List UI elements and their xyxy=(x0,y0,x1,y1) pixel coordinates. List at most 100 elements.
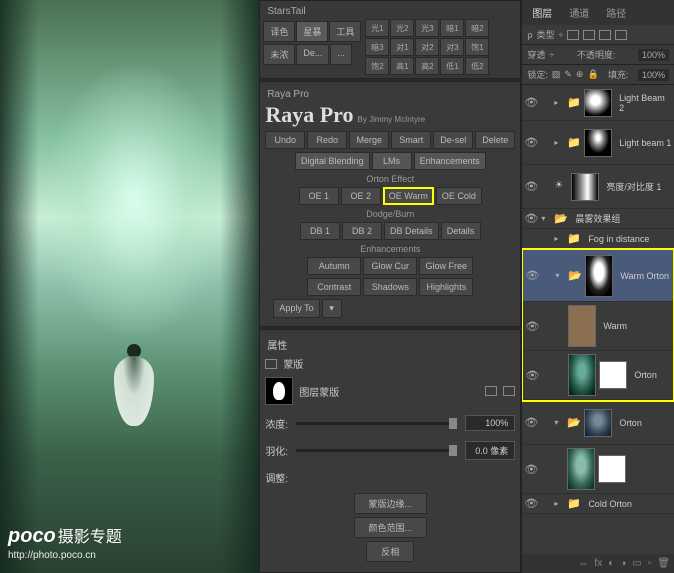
visibility-toggle[interactable]: 👁 xyxy=(524,136,538,149)
layer-row[interactable]: 👁 ▾📂 Orton xyxy=(522,401,674,445)
oe-warm-button[interactable]: OE Warm xyxy=(383,187,434,205)
filter-icon[interactable] xyxy=(583,30,595,40)
mask-mode-icon[interactable] xyxy=(265,359,277,369)
tab[interactable]: 星暴 xyxy=(296,21,328,42)
preset-button[interactable]: 光1 xyxy=(365,19,389,37)
link-icon[interactable]: ⇔ xyxy=(578,558,588,569)
contrast-button[interactable]: Contrast xyxy=(307,278,361,296)
apply-to-button[interactable]: Apply To xyxy=(273,299,319,318)
redo-button[interactable]: Redo xyxy=(307,131,347,149)
density-slider[interactable] xyxy=(296,422,457,425)
mask-icon[interactable]: ◐ xyxy=(608,558,614,569)
glow-free-button[interactable]: Glow Free xyxy=(419,257,473,275)
lock-icon[interactable]: ▨ xyxy=(552,69,561,80)
apply-target[interactable]: ▾ xyxy=(322,299,342,318)
preset-button[interactable]: 对3 xyxy=(440,38,464,56)
oe2-button[interactable]: OE 2 xyxy=(341,187,381,205)
preset-button[interactable]: 暗2 xyxy=(465,19,489,37)
merge-button[interactable]: Merge xyxy=(349,131,389,149)
preset-button[interactable]: 对2 xyxy=(415,38,439,56)
filter-icon[interactable] xyxy=(615,30,627,40)
visibility-toggle[interactable]: 👁 xyxy=(524,497,538,510)
preset-button[interactable]: 高2 xyxy=(415,57,439,75)
layer-row[interactable]: 👁 Orton xyxy=(523,351,673,400)
feather-value[interactable]: 0.0 像素 xyxy=(465,441,515,460)
lock-icon[interactable]: ⊕ xyxy=(576,69,584,80)
filter-icon[interactable] xyxy=(599,30,611,40)
filter-type[interactable]: 类型 xyxy=(536,28,554,41)
lock-icon[interactable]: ✎ xyxy=(564,69,572,80)
tab[interactable]: 未浓 xyxy=(263,44,295,65)
layer-row[interactable]: 👁 ▸📁 Light beam 1 xyxy=(522,121,674,165)
color-range-button[interactable]: 颜色范围... xyxy=(354,517,428,538)
visibility-toggle[interactable]: 👁 xyxy=(524,212,538,225)
layer-row[interactable]: 👁 Warm xyxy=(523,302,673,351)
preset-button[interactable]: 低1 xyxy=(440,57,464,75)
preset-button[interactable]: 光2 xyxy=(390,19,414,37)
invert-button[interactable]: 反相 xyxy=(366,541,414,562)
layer-row[interactable]: 👁 ▸📁 Light Beam 2 xyxy=(522,85,674,121)
adjustment-icon[interactable]: ◑ xyxy=(620,558,626,569)
new-layer-icon[interactable]: ▫ xyxy=(648,558,652,569)
preset-button[interactable]: 对1 xyxy=(390,38,414,56)
tab[interactable]: ... xyxy=(330,44,352,65)
tab-channels[interactable]: 通道 xyxy=(561,2,597,23)
mask-pixel-icon[interactable] xyxy=(485,386,497,396)
group-row[interactable]: 👁 ▸📁 Cold Orton xyxy=(522,494,674,514)
blend-mode[interactable]: 穿透 xyxy=(527,48,545,61)
mask-edge-button[interactable]: 蒙版边缘... xyxy=(354,493,428,514)
glow-cur-button[interactable]: Glow Cur xyxy=(363,257,417,275)
lock-icon[interactable]: 🔒 xyxy=(587,69,598,80)
feather-slider[interactable] xyxy=(296,449,457,452)
autumn-button[interactable]: Autumn xyxy=(307,257,361,275)
preset-button[interactable]: 暗1 xyxy=(440,19,464,37)
delete-button[interactable]: Delete xyxy=(475,131,515,149)
tab[interactable]: 工具 xyxy=(329,21,361,42)
opacity-value[interactable]: 100% xyxy=(638,49,669,61)
undo-button[interactable]: Undo xyxy=(265,131,305,149)
fx-icon[interactable]: fx xyxy=(594,558,602,569)
preset-button[interactable]: 饱1 xyxy=(465,38,489,56)
mask-thumbnail[interactable] xyxy=(265,377,293,405)
fill-value[interactable]: 100% xyxy=(638,69,669,81)
preset-button[interactable]: 低2 xyxy=(465,57,489,75)
visibility-toggle[interactable]: 👁 xyxy=(524,96,538,109)
mask-vector-icon[interactable] xyxy=(503,386,515,396)
tab-lms[interactable]: LMs xyxy=(372,152,412,170)
preset-button[interactable]: 光3 xyxy=(415,19,439,37)
layer-row[interactable]: 👁 ☀ 亮度/对比度 1 xyxy=(522,165,674,209)
desel-button[interactable]: De-sel xyxy=(433,131,473,149)
db-details-button[interactable]: DB Details xyxy=(384,222,439,240)
tab[interactable]: De... xyxy=(296,44,329,65)
highlights-button[interactable]: Highlights xyxy=(419,278,473,296)
preset-button[interactable]: 暗3 xyxy=(365,38,389,56)
tab-enhancements[interactable]: Enhancements xyxy=(414,152,486,170)
visibility-toggle[interactable]: 👁 xyxy=(524,180,538,193)
preset-button[interactable]: 高1 xyxy=(390,57,414,75)
group-row[interactable]: 👁 ▾📂 晨雾效果组 xyxy=(522,209,674,229)
layer-row[interactable]: 👁 ▾📂 Warm Orton xyxy=(523,250,673,302)
visibility-toggle[interactable]: 👁 xyxy=(525,369,539,382)
group-row[interactable]: ▸📁 Fog in distance xyxy=(522,229,674,249)
density-value[interactable]: 100% xyxy=(465,415,515,431)
tab[interactable]: 译色 xyxy=(263,21,295,42)
visibility-toggle[interactable]: 👁 xyxy=(525,320,539,333)
db2-button[interactable]: DB 2 xyxy=(342,222,382,240)
filter-icon[interactable] xyxy=(567,30,579,40)
db1-button[interactable]: DB 1 xyxy=(300,222,340,240)
trash-icon[interactable]: 🗑 xyxy=(657,558,670,569)
tab-paths[interactable]: 路径 xyxy=(598,2,634,23)
details-button[interactable]: Details xyxy=(441,222,481,240)
smart-button[interactable]: Smart xyxy=(391,131,431,149)
oe-cold-button[interactable]: OE Cold xyxy=(436,187,482,205)
visibility-toggle[interactable]: 👁 xyxy=(524,463,538,476)
group-icon[interactable]: ▭ xyxy=(632,558,641,569)
layer-row[interactable]: 👁 xyxy=(522,445,674,494)
visibility-toggle[interactable]: 👁 xyxy=(525,269,539,282)
oe1-button[interactable]: OE 1 xyxy=(299,187,339,205)
shadows-button[interactable]: Shadows xyxy=(363,278,417,296)
visibility-toggle[interactable]: 👁 xyxy=(524,416,538,429)
preset-button[interactable]: 饱2 xyxy=(365,57,389,75)
tab-layers[interactable]: 图层 xyxy=(524,2,560,23)
tab-digital-blending[interactable]: Digital Blending xyxy=(295,152,370,170)
